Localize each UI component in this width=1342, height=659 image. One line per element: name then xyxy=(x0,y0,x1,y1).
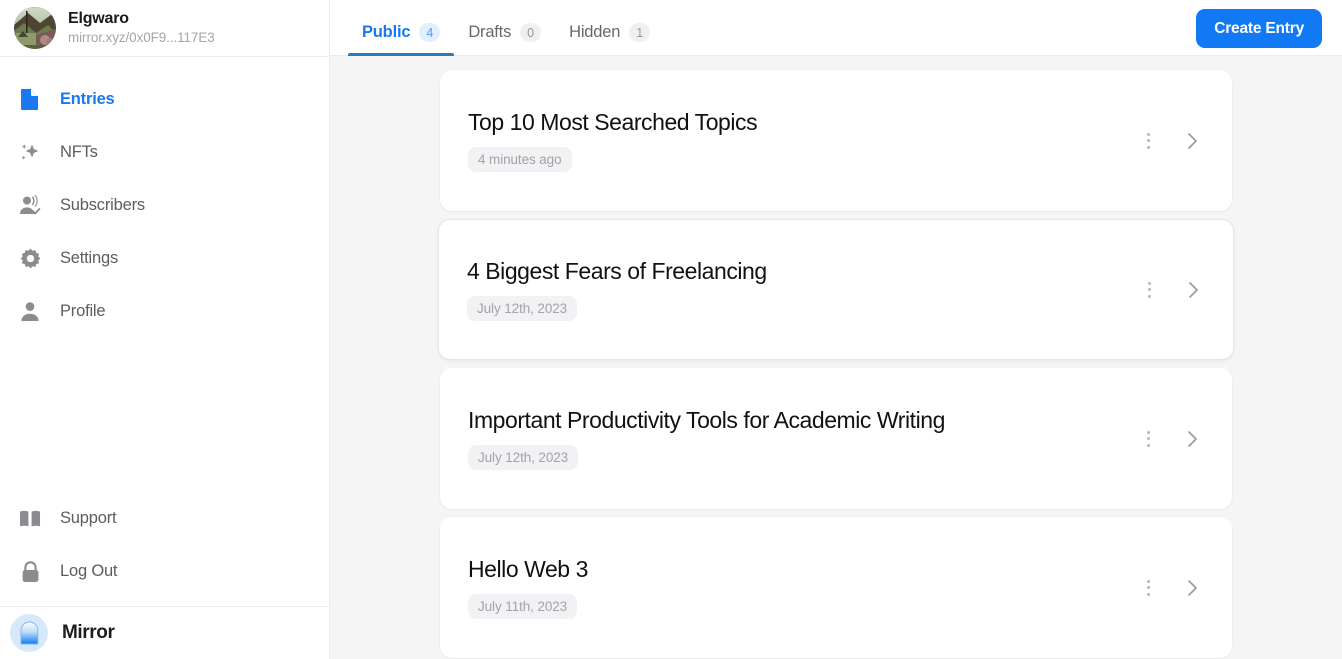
sidebar-item-nfts[interactable]: NFTs xyxy=(0,126,329,179)
entry-title: Top 10 Most Searched Topics xyxy=(468,108,758,135)
tab-count-badge: 4 xyxy=(419,23,441,42)
entry-card[interactable]: Hello Web 3 July 11th, 2023 xyxy=(440,517,1232,658)
sidebar-item-entries[interactable]: Entries xyxy=(0,73,329,126)
tab-label: Hidden xyxy=(569,23,621,41)
mirror-brand-label: Mirror xyxy=(62,622,115,643)
entry-actions xyxy=(1122,576,1204,600)
sidebar-item-label: Settings xyxy=(60,249,119,267)
entry-title: Hello Web 3 xyxy=(468,555,588,582)
mirror-brand[interactable]: Mirror xyxy=(0,607,329,659)
sidebar-nav: Entries NFTs Subscribers Settings Profil… xyxy=(0,57,329,338)
avatar xyxy=(14,7,56,49)
sparkle-icon xyxy=(18,141,42,165)
entry-list: Top 10 Most Searched Topics 4 minutes ag… xyxy=(330,56,1342,659)
tab-count-badge: 1 xyxy=(629,23,651,42)
entry-card[interactable]: Important Productivity Tools for Academi… xyxy=(440,368,1232,509)
entry-title: 4 Biggest Fears of Freelancing xyxy=(467,257,767,284)
user-check-icon xyxy=(18,194,42,218)
tab-drafts[interactable]: Drafts 0 xyxy=(454,23,555,55)
more-options-icon[interactable] xyxy=(1138,129,1158,153)
profile-text: Elgwaro mirror.xyz/0x0F9...117E3 xyxy=(68,10,215,46)
tab-hidden[interactable]: Hidden 1 xyxy=(555,23,664,55)
sidebar-item-settings[interactable]: Settings xyxy=(0,232,329,285)
entry-date-badge: July 12th, 2023 xyxy=(468,445,579,471)
tab-count-badge: 0 xyxy=(520,23,542,42)
sidebar-item-subscribers[interactable]: Subscribers xyxy=(0,179,329,232)
more-options-icon[interactable] xyxy=(1138,427,1158,451)
entry-tabs: Public 4 Drafts 0 Hidden 1 xyxy=(330,23,664,56)
entry-card[interactable]: 4 Biggest Fears of Freelancing July 12th… xyxy=(438,219,1234,360)
entry-body: Top 10 Most Searched Topics 4 minutes ag… xyxy=(468,109,1122,173)
entry-body: Important Productivity Tools for Academi… xyxy=(468,407,1122,471)
chevron-right-icon[interactable] xyxy=(1181,278,1205,302)
entry-date-badge: July 11th, 2023 xyxy=(468,594,578,620)
profile-url: mirror.xyz/0x0F9...117E3 xyxy=(68,30,215,46)
document-icon xyxy=(18,88,42,112)
sidebar-item-log-out[interactable]: Log Out xyxy=(0,545,329,598)
tab-public[interactable]: Public 4 xyxy=(348,23,455,56)
entry-date-badge: 4 minutes ago xyxy=(468,147,572,173)
entry-actions xyxy=(1122,427,1204,451)
create-entry-button[interactable]: Create Entry xyxy=(1196,9,1322,48)
sidebar-item-support[interactable]: Support xyxy=(0,492,329,545)
sidebar: Elgwaro mirror.xyz/0x0F9...117E3 Entries xyxy=(0,0,330,659)
sidebar-bottom-nav: Support Log Out Mirror xyxy=(0,492,329,659)
profile-header[interactable]: Elgwaro mirror.xyz/0x0F9...117E3 xyxy=(0,0,329,57)
main-content: Public 4 Drafts 0 Hidden 1 Create Entry … xyxy=(330,0,1342,659)
entry-actions xyxy=(1122,129,1204,153)
person-icon xyxy=(18,300,42,324)
topbar: Public 4 Drafts 0 Hidden 1 Create Entry xyxy=(330,0,1342,56)
tab-label: Public xyxy=(362,23,411,41)
more-options-icon[interactable] xyxy=(1139,278,1159,302)
chevron-right-icon[interactable] xyxy=(1180,576,1204,600)
gear-icon xyxy=(18,247,42,271)
entry-card[interactable]: Top 10 Most Searched Topics 4 minutes ag… xyxy=(440,70,1232,211)
sidebar-item-label: NFTs xyxy=(60,143,98,161)
entry-body: 4 Biggest Fears of Freelancing July 12th… xyxy=(467,258,1123,322)
entry-actions xyxy=(1123,278,1205,302)
app-root: Elgwaro mirror.xyz/0x0F9...117E3 Entries xyxy=(0,0,1342,659)
entry-body: Hello Web 3 July 11th, 2023 xyxy=(468,556,1122,620)
profile-name: Elgwaro xyxy=(68,10,129,28)
sidebar-item-label: Entries xyxy=(60,90,115,108)
more-options-icon[interactable] xyxy=(1138,576,1158,600)
sidebar-item-label: Support xyxy=(60,509,117,527)
sidebar-item-label: Subscribers xyxy=(60,196,145,214)
chevron-right-icon[interactable] xyxy=(1180,129,1204,153)
sidebar-item-label: Log Out xyxy=(60,562,118,580)
sidebar-item-profile[interactable]: Profile xyxy=(0,285,329,338)
book-icon xyxy=(18,507,42,531)
entry-date-badge: July 12th, 2023 xyxy=(467,296,578,322)
sidebar-item-label: Profile xyxy=(60,302,106,320)
mirror-arch-logo-icon xyxy=(10,614,48,652)
tab-label: Drafts xyxy=(468,23,512,41)
lock-icon xyxy=(18,560,42,584)
chevron-right-icon[interactable] xyxy=(1180,427,1204,451)
entry-title: Important Productivity Tools for Academi… xyxy=(468,406,945,433)
